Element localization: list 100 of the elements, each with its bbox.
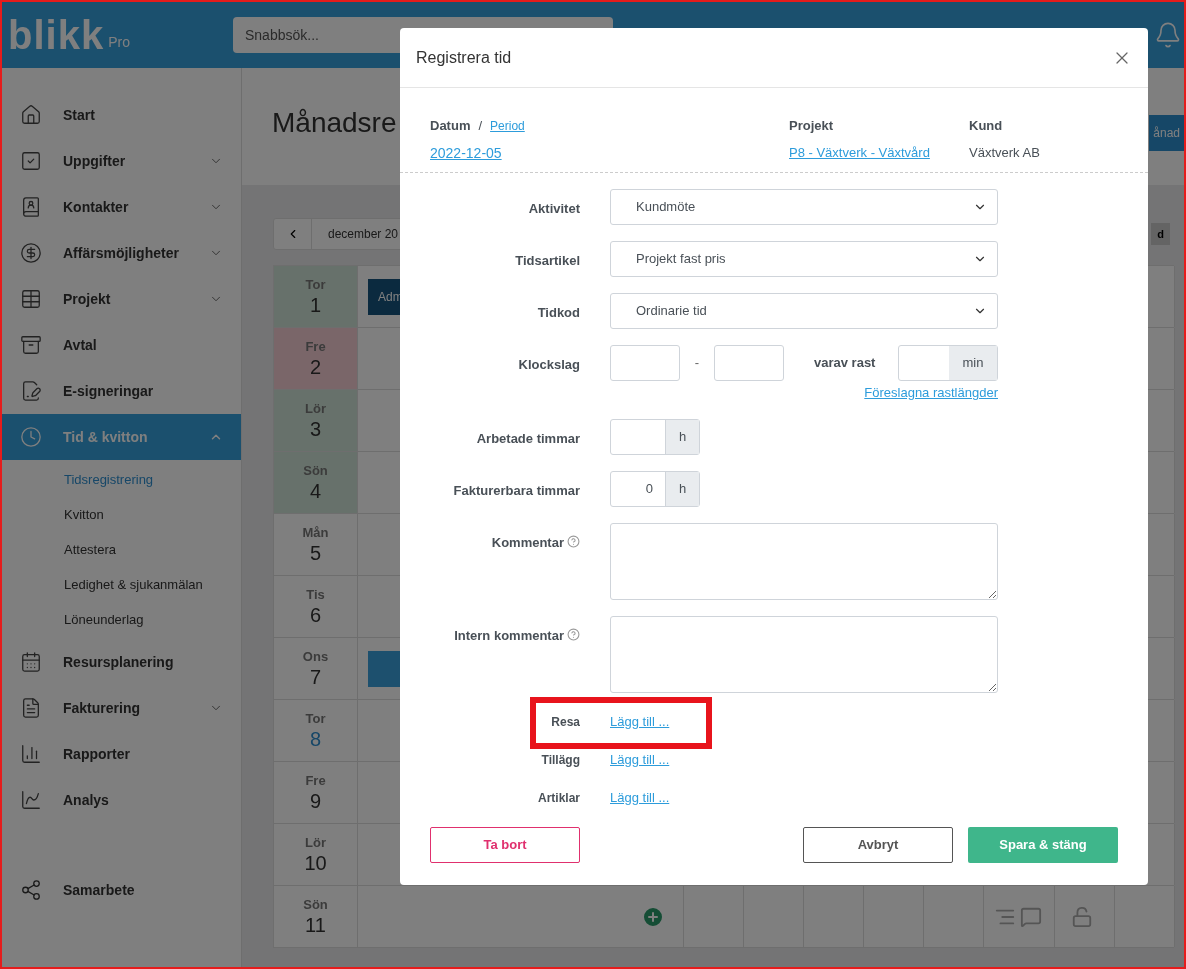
- sidebar-item[interactable]: E-signeringar: [2, 368, 241, 414]
- weekday-label: Lör: [305, 834, 326, 851]
- weekday-label: Tis: [306, 586, 325, 603]
- date-link[interactable]: 2022-12-05: [430, 142, 789, 164]
- submenu-item[interactable]: Attestera: [64, 539, 117, 560]
- contact-book-icon: [20, 196, 42, 218]
- comment-field[interactable]: [610, 522, 998, 600]
- sidebar-item[interactable]: Start: [2, 92, 241, 138]
- calendar-cell[interactable]: [744, 886, 804, 947]
- danger-button[interactable]: Ta bort: [430, 826, 580, 863]
- checkbox-icon: [20, 150, 42, 172]
- sidebar-label: Projekt: [63, 289, 112, 309]
- project-link[interactable]: P8 - Växtverk - Växtvård: [789, 142, 969, 162]
- sidebar-item[interactable]: Resursplanering: [2, 639, 241, 685]
- extra-label: Resa: [551, 713, 580, 731]
- line-chart-icon: [20, 789, 42, 811]
- bell-icon[interactable]: [1154, 21, 1182, 49]
- sidebar-label: Avtal: [63, 335, 98, 355]
- weekday-label: Tor: [305, 710, 326, 727]
- break-field[interactable]: min: [898, 345, 998, 381]
- end-time-field[interactable]: [714, 345, 784, 381]
- sidebar-item[interactable]: Affärsmöjligheter: [2, 230, 241, 276]
- field-label: Kommentar: [491, 533, 564, 552]
- comment-icon[interactable]: [1020, 905, 1042, 928]
- field-label: Klockslag: [518, 356, 580, 374]
- view-button[interactable]: ånad: [1149, 115, 1184, 151]
- slash-separator: /: [478, 117, 483, 135]
- share-icon: [20, 879, 42, 901]
- customer-label: Kund: [969, 117, 1004, 135]
- dollar-icon: [20, 242, 42, 264]
- field-label: Intern kommentar: [454, 626, 564, 645]
- calendar-cell[interactable]: [984, 886, 1055, 947]
- help-icon[interactable]: [567, 627, 580, 641]
- table-icon: [20, 288, 42, 310]
- sidebar-item[interactable]: Avtal: [2, 322, 241, 368]
- lock-icon[interactable]: [1071, 905, 1093, 928]
- submenu-item[interactable]: Kvitton: [64, 504, 104, 525]
- comment-field[interactable]: [610, 615, 998, 693]
- calendar-icon: [20, 651, 42, 673]
- hours-field[interactable]: 0 h: [610, 470, 700, 507]
- calendar-cell[interactable]: [684, 886, 744, 947]
- sidebar-item[interactable]: Samarbete: [2, 867, 241, 913]
- sidebar-item[interactable]: Projekt: [2, 276, 241, 322]
- day-number: 6: [309, 602, 322, 627]
- day-number: 2: [309, 354, 322, 379]
- help-icon[interactable]: [567, 534, 580, 548]
- customer-name: Växtverk AB: [969, 143, 1040, 162]
- calendar-cell[interactable]: [804, 886, 864, 947]
- home-icon: [20, 104, 42, 126]
- day-number: 1: [309, 292, 322, 317]
- sidebar-item[interactable]: Analys: [2, 777, 241, 823]
- calendar-cell[interactable]: [1055, 886, 1115, 947]
- sidebar-label: Start: [63, 105, 96, 125]
- submenu-item[interactable]: Löneunderlag: [64, 609, 144, 630]
- select-field[interactable]: Ordinarie tid: [610, 293, 998, 329]
- period-link[interactable]: Period: [490, 116, 525, 135]
- toolbar-button[interactable]: d: [1151, 223, 1170, 245]
- calendar-cell[interactable]: [358, 886, 684, 947]
- calendar-cell[interactable]: [1115, 886, 1175, 947]
- submenu-item[interactable]: Tidsregistrering: [64, 469, 154, 490]
- sidebar-label: Affärsmöjligheter: [63, 243, 180, 263]
- add-link[interactable]: Lägg till ...: [610, 711, 670, 732]
- extra-label: Tillägg: [541, 751, 580, 769]
- break-label: varav rast: [814, 354, 877, 373]
- sidebar-item[interactable]: Fakturering: [2, 685, 241, 731]
- field-label: Tidsartikel: [515, 252, 580, 270]
- field-label: Aktivitet: [528, 200, 580, 218]
- sidebar-item[interactable]: Rapporter: [2, 731, 241, 777]
- document-icon: [20, 697, 42, 719]
- select-field[interactable]: Kundmöte: [610, 189, 998, 225]
- calendar-cell[interactable]: [864, 886, 924, 947]
- cabinet-icon: [20, 334, 42, 356]
- hours-field[interactable]: h: [610, 418, 700, 455]
- add-link[interactable]: Lägg till ...: [610, 749, 670, 770]
- month-label: december 20: [327, 226, 399, 243]
- sidebar-label: Fakturering: [63, 698, 141, 718]
- calendar-cell[interactable]: [924, 886, 984, 947]
- day-number: 7: [309, 664, 322, 689]
- sidebar-label: Analys: [63, 790, 110, 810]
- select-field[interactable]: Projekt fast pris: [610, 241, 998, 277]
- day-number: 4: [309, 478, 322, 503]
- sidebar-label: Tid & kvitton: [63, 427, 149, 447]
- field-label: Fakturerbara timmar: [453, 481, 580, 500]
- add-link[interactable]: Lägg till ...: [610, 787, 670, 808]
- field-label: Arbetade timmar: [476, 429, 580, 448]
- field-label: Tidkod: [537, 304, 580, 322]
- sidebar-label: Kontakter: [63, 197, 130, 217]
- sidebar-label: Rapporter: [63, 744, 131, 764]
- range-separator: -: [693, 354, 701, 373]
- sidebar-item[interactable]: Kontakter: [2, 184, 241, 230]
- primary-button[interactable]: Spara & stäng: [968, 826, 1118, 863]
- secondary-button[interactable]: Avbryt: [803, 826, 953, 863]
- submenu-item[interactable]: Ledighet & sjukanmälan: [64, 574, 203, 595]
- weekday-label: Sön: [303, 896, 328, 913]
- start-time-field[interactable]: [610, 345, 680, 381]
- sidebar-item[interactable]: Uppgifter: [2, 138, 241, 184]
- extra-label: Artiklar: [537, 789, 580, 807]
- suggested-breaks-link[interactable]: Föreslagna rastlängder: [864, 383, 998, 403]
- day-number: 8: [309, 726, 322, 751]
- day-number: 3: [309, 416, 322, 441]
